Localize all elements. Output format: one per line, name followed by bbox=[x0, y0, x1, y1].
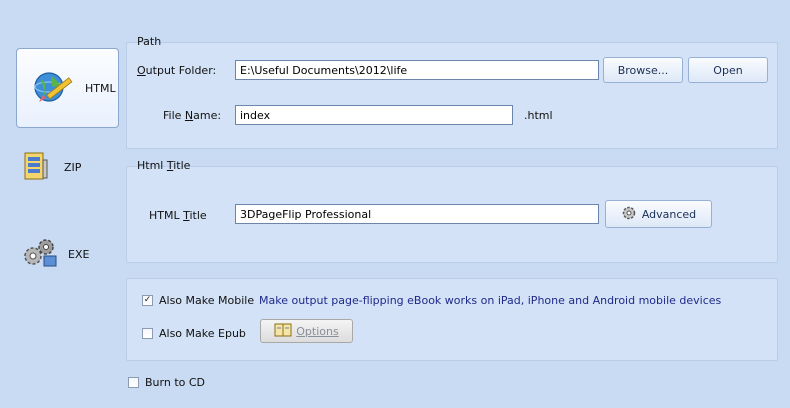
mobile-options-group: ✓ Also Make Mobile Make output page-flip… bbox=[126, 278, 778, 361]
mobile-description: Make output page-flipping eBook works on… bbox=[259, 294, 722, 307]
globe-pencil-icon bbox=[31, 67, 75, 110]
gears-icon bbox=[20, 236, 60, 273]
file-name-label: File Name: bbox=[163, 109, 222, 122]
path-group-title: Path bbox=[137, 35, 162, 48]
mobile-label: Also Make Mobile bbox=[159, 294, 255, 307]
epub-checkbox[interactable] bbox=[142, 328, 153, 339]
open-button[interactable]: Open bbox=[688, 57, 768, 83]
epub-options-button[interactable]: Options bbox=[260, 319, 353, 343]
file-name-input[interactable] bbox=[235, 105, 513, 125]
gear-icon bbox=[621, 205, 637, 224]
archive-zip-icon bbox=[22, 150, 52, 185]
book-icon bbox=[274, 323, 292, 340]
sidebar-item-label: HTML bbox=[85, 81, 116, 95]
html-title-label: HTML Title bbox=[149, 209, 207, 222]
sidebar-item-zip[interactable]: ZIP bbox=[22, 150, 81, 185]
sidebar-item-label: EXE bbox=[68, 248, 90, 261]
sidebar-item-html[interactable]: HTML bbox=[16, 48, 119, 128]
sidebar-item-label: ZIP bbox=[64, 161, 82, 174]
html-title-input[interactable] bbox=[235, 204, 599, 224]
path-group: Path Output Folder: Browse... Open File … bbox=[126, 35, 778, 149]
html-title-group-title: Html Title bbox=[137, 159, 191, 172]
output-folder-input[interactable] bbox=[235, 60, 599, 80]
burn-cd-checkbox[interactable] bbox=[128, 377, 139, 388]
mobile-checkbox[interactable]: ✓ bbox=[142, 295, 153, 306]
advanced-button[interactable]: Advanced bbox=[605, 200, 712, 228]
html-title-group: Html Title HTML Title Advanced bbox=[126, 159, 778, 263]
browse-button[interactable]: Browse... bbox=[603, 57, 683, 83]
epub-label: Also Make Epub bbox=[159, 327, 246, 340]
file-extension: .html bbox=[524, 109, 553, 122]
burn-cd-label: Burn to CD bbox=[145, 376, 206, 389]
output-folder-label: Output Folder: bbox=[137, 64, 217, 77]
sidebar-item-exe[interactable]: EXE bbox=[20, 236, 89, 273]
